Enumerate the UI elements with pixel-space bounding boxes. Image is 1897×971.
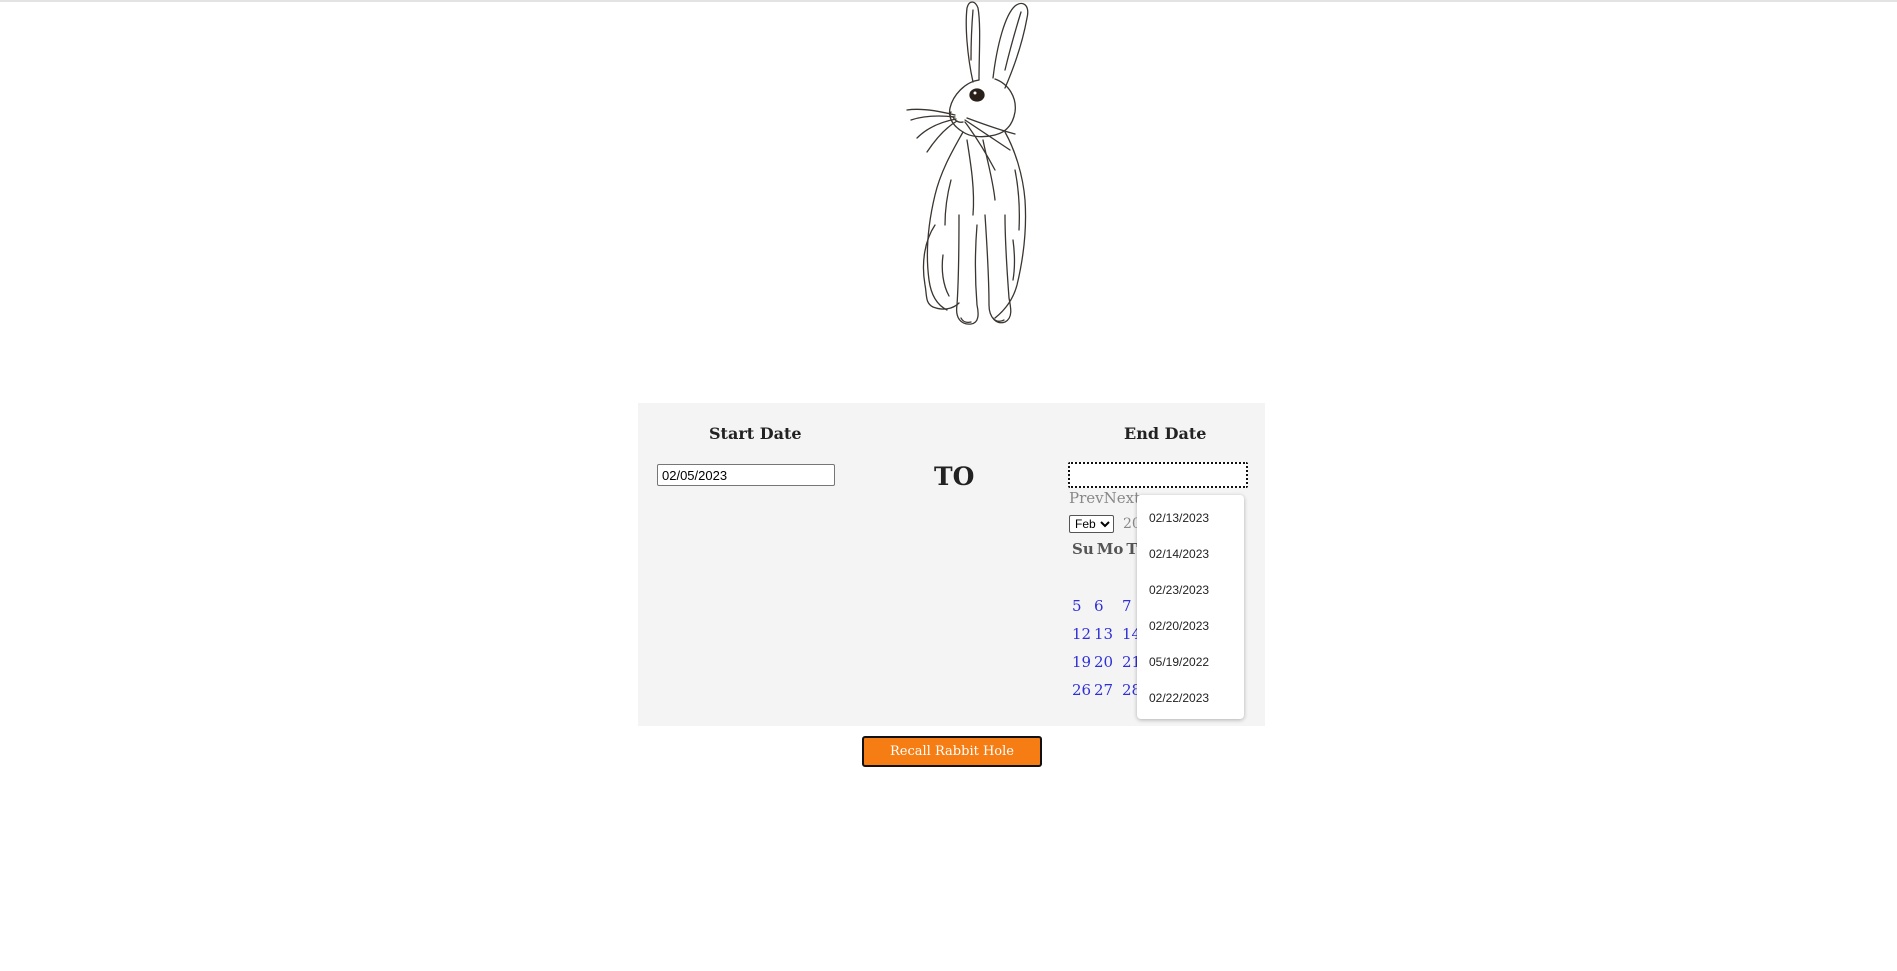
next-month-link[interactable]: Next bbox=[1104, 489, 1141, 507]
autocomplete-option[interactable]: 05/19/2022 bbox=[1149, 653, 1209, 671]
end-date-input[interactable] bbox=[1068, 462, 1248, 488]
calendar-day[interactable]: 26 bbox=[1072, 681, 1091, 699]
calendar-day[interactable]: 27 bbox=[1094, 681, 1113, 699]
calendar-day[interactable]: 12 bbox=[1072, 625, 1091, 643]
datepicker-nav: PrevNext bbox=[1069, 489, 1140, 507]
start-date-input[interactable] bbox=[657, 464, 835, 486]
prev-month-link[interactable]: Prev bbox=[1069, 489, 1104, 507]
weekday-su: Su bbox=[1072, 540, 1094, 558]
autocomplete-dropdown: 02/13/2023 02/14/2023 02/23/2023 02/20/2… bbox=[1137, 495, 1244, 719]
month-select[interactable]: Feb bbox=[1069, 515, 1114, 533]
autocomplete-option[interactable]: 02/20/2023 bbox=[1149, 617, 1209, 635]
range-separator: TO bbox=[934, 462, 975, 491]
calendar-day[interactable]: 13 bbox=[1094, 625, 1113, 643]
autocomplete-option[interactable]: 02/23/2023 bbox=[1149, 581, 1209, 599]
autocomplete-option[interactable]: 02/13/2023 bbox=[1149, 509, 1209, 527]
weekday-mo: Mo bbox=[1096, 540, 1124, 558]
autocomplete-option[interactable]: 02/22/2023 bbox=[1149, 689, 1209, 707]
calendar-day[interactable]: 7 bbox=[1122, 597, 1132, 615]
calendar-day[interactable]: 19 bbox=[1072, 653, 1091, 671]
autocomplete-option[interactable]: 02/14/2023 bbox=[1149, 545, 1209, 563]
recall-rabbit-hole-button[interactable]: Recall Rabbit Hole bbox=[862, 736, 1042, 767]
calendar-day[interactable]: 6 bbox=[1094, 597, 1104, 615]
calendar-day[interactable]: 5 bbox=[1072, 597, 1082, 615]
end-date-label: End Date bbox=[1124, 424, 1207, 443]
calendar-day[interactable]: 20 bbox=[1094, 653, 1113, 671]
rabbit-illustration bbox=[855, 0, 1060, 335]
start-date-label: Start Date bbox=[709, 424, 802, 443]
